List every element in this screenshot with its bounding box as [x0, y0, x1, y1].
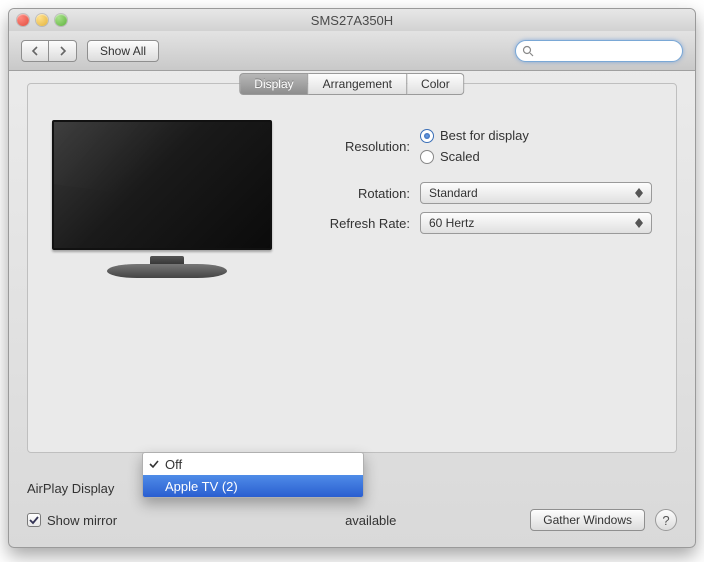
monitor-stand-icon [107, 264, 227, 278]
mirror-label-suffix: available [345, 513, 396, 528]
refresh-select[interactable]: 60 Hertz [420, 212, 652, 234]
radio-best-for-display[interactable]: Best for display [420, 128, 529, 143]
radio-label: Best for display [440, 128, 529, 143]
airplay-option-off[interactable]: Off [143, 453, 363, 475]
airplay-dropdown-menu: Off Apple TV (2) [142, 452, 364, 498]
show-all-button[interactable]: Show All [87, 40, 159, 62]
tab-arrangement[interactable]: Arrangement [309, 73, 407, 95]
radio-scaled[interactable]: Scaled [420, 149, 529, 164]
help-button[interactable]: ? [655, 509, 677, 531]
radio-label: Scaled [440, 149, 480, 164]
tab-color[interactable]: Color [407, 73, 465, 95]
row-refresh: Refresh Rate: 60 Hertz [310, 212, 652, 234]
tab-display[interactable]: Display [239, 73, 308, 95]
chevron-right-icon [59, 46, 67, 56]
monitor-screen-icon [52, 120, 272, 250]
row-rotation: Rotation: Standard [310, 182, 652, 204]
airplay-option-appletv[interactable]: Apple TV (2) [143, 475, 363, 497]
titlebar: SMS27A350H [9, 9, 695, 31]
tab-bar: Display Arrangement Color [239, 73, 464, 95]
forward-button[interactable] [49, 40, 77, 62]
stepper-arrows-icon [631, 215, 647, 231]
window-title: SMS27A350H [9, 13, 695, 28]
search-icon [522, 45, 534, 57]
display-panel: Display Arrangement Color Resolution: Be… [27, 83, 677, 453]
row-resolution: Resolution: Best for display Scaled [310, 128, 652, 164]
refresh-label: Refresh Rate: [310, 216, 410, 231]
rotation-value: Standard [429, 186, 478, 200]
radio-icon [420, 150, 434, 164]
mirror-checkbox[interactable] [27, 513, 41, 527]
gather-windows-button[interactable]: Gather Windows [530, 509, 645, 531]
refresh-value: 60 Hertz [429, 216, 474, 230]
check-icon [149, 457, 159, 472]
mirror-label-prefix: Show mirror [47, 513, 117, 528]
stepper-arrows-icon [631, 185, 647, 201]
row-mirror: Show mirror available Gather Windows ? [27, 507, 677, 533]
settings-form: Resolution: Best for display Scaled Rot [310, 120, 652, 284]
monitor-preview [52, 120, 282, 284]
check-icon [29, 515, 39, 525]
search-field[interactable] [515, 40, 683, 62]
search-input[interactable] [538, 44, 693, 58]
resolution-label: Resolution: [310, 139, 410, 154]
panel-content: Resolution: Best for display Scaled Rot [28, 84, 676, 304]
rotation-select[interactable]: Standard [420, 182, 652, 204]
chevron-left-icon [31, 46, 39, 56]
radio-icon [420, 129, 434, 143]
rotation-label: Rotation: [310, 186, 410, 201]
nav-segmented [21, 40, 77, 62]
option-label: Off [165, 457, 182, 472]
airplay-label: AirPlay Display [27, 481, 114, 496]
toolbar: Show All [9, 31, 695, 71]
option-label: Apple TV (2) [165, 479, 238, 494]
back-button[interactable] [21, 40, 49, 62]
window: SMS27A350H Show All Display Arrangement … [8, 8, 696, 548]
